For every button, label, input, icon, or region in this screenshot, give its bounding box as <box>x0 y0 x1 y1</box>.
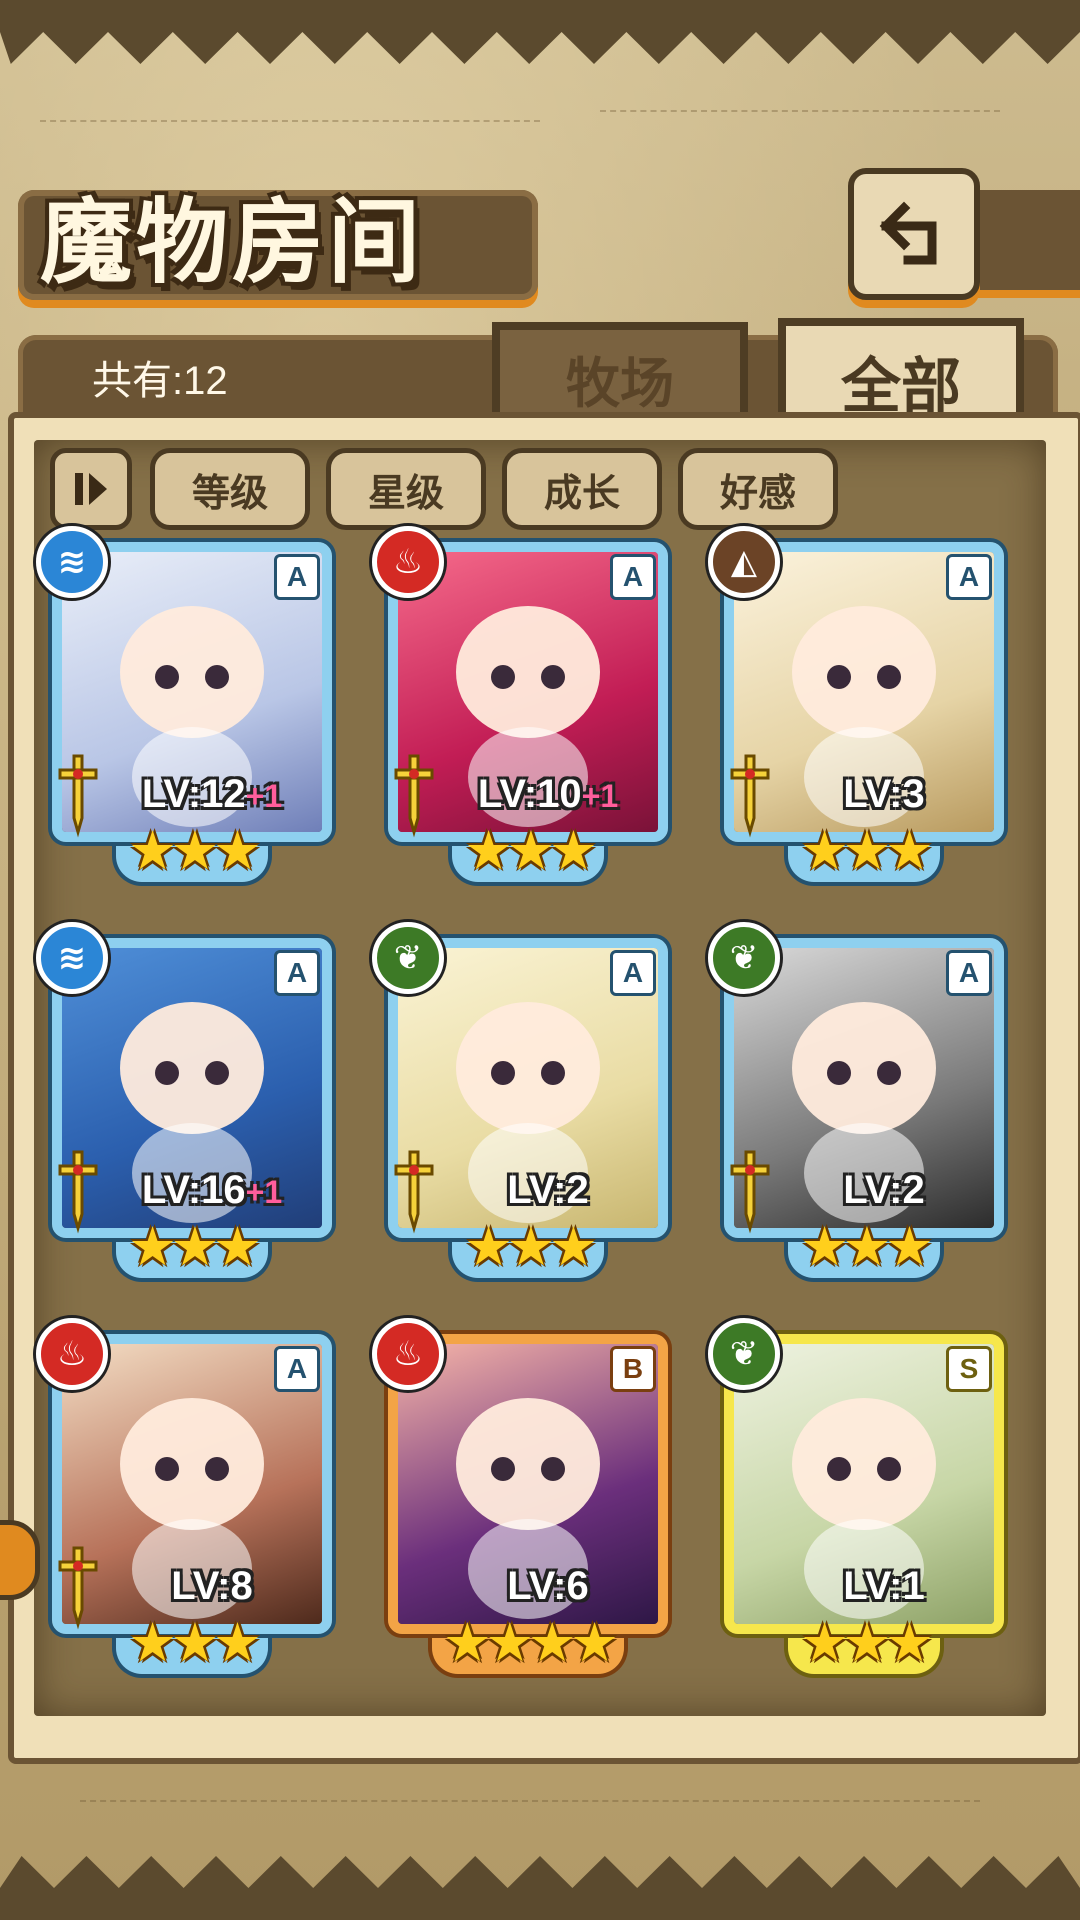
sort-star-button[interactable]: 星级 <box>326 448 486 530</box>
level-label: LV:10+1 <box>448 772 648 817</box>
level-value: LV:10 <box>477 772 582 816</box>
star-rating: ★★★ <box>464 819 597 882</box>
level-bonus: +1 <box>245 778 283 814</box>
page-title: 魔物房间 <box>40 188 425 296</box>
top-zigzag-border <box>0 0 1080 64</box>
wood-element-icon: ❦ <box>708 1318 780 1390</box>
rank-badge: A <box>274 554 320 600</box>
sort-order-toggle[interactable] <box>50 448 132 530</box>
monster-card[interactable]: ❦ A LV:2 ★★★ <box>372 922 668 1282</box>
map-line <box>80 1800 980 1802</box>
rank-badge: S <box>946 1346 992 1392</box>
star-rating: ★★★ <box>800 1215 933 1278</box>
fire-element-icon: ♨ <box>36 1318 108 1390</box>
monster-card[interactable]: ❦ S LV:1 ★★★ <box>708 1318 1004 1678</box>
back-button[interactable] <box>848 168 980 300</box>
wood-element-icon: ❦ <box>372 922 444 994</box>
level-label: LV:12+1 <box>112 772 312 817</box>
level-label: LV:2 <box>784 1168 984 1213</box>
fire-element-icon: ♨ <box>372 526 444 598</box>
rank-badge: A <box>946 950 992 996</box>
rank-badge: A <box>274 1346 320 1392</box>
earth-element-icon: ◭ <box>708 526 780 598</box>
level-bonus: +1 <box>581 778 619 814</box>
rank-badge: A <box>610 950 656 996</box>
map-line <box>600 110 1000 112</box>
monster-card[interactable]: ≋ A LV:12+1 ★★★ <box>36 526 332 886</box>
level-value: LV:6 <box>507 1564 589 1608</box>
level-value: LV:16 <box>141 1168 246 1212</box>
monster-card[interactable]: ≋ A LV:16+1 ★★★ <box>36 922 332 1282</box>
monster-card[interactable]: ❦ A LV:2 ★★★ <box>708 922 1004 1282</box>
star-rating: ★★★ <box>128 1611 261 1674</box>
star-rating: ★★★★ <box>443 1611 619 1674</box>
level-value: LV:2 <box>507 1168 589 1212</box>
sort-growth-button[interactable]: 成长 <box>502 448 662 530</box>
fire-element-icon: ♨ <box>372 1318 444 1390</box>
side-expand-arrow[interactable] <box>0 1520 40 1600</box>
level-value: LV:8 <box>171 1564 253 1608</box>
monster-count: 共有:12 <box>92 359 228 403</box>
level-label: LV:6 <box>448 1564 648 1609</box>
level-label: LV:1 <box>784 1564 984 1609</box>
level-value: LV:3 <box>843 772 925 816</box>
return-arrow-icon <box>879 201 937 265</box>
star-rating: ★★★ <box>800 819 933 882</box>
level-label: LV:3 <box>784 772 984 817</box>
rank-badge: A <box>946 554 992 600</box>
star-rating: ★★★ <box>128 819 261 882</box>
sort-order-icon <box>75 473 107 505</box>
sort-level-button[interactable]: 等级 <box>150 448 310 530</box>
rank-badge: B <box>610 1346 656 1392</box>
rank-badge: A <box>274 950 320 996</box>
level-label: LV:2 <box>448 1168 648 1213</box>
monster-card[interactable]: ◭ A LV:3 ★★★ <box>708 526 1004 886</box>
wood-element-icon: ❦ <box>708 922 780 994</box>
sort-affection-button[interactable]: 好感 <box>678 448 838 530</box>
monster-card[interactable]: ♨ B LV:6 ★★★★ <box>372 1318 668 1678</box>
monster-card[interactable]: ♨ A LV:8 ★★★ <box>36 1318 332 1678</box>
level-bonus: +1 <box>245 1174 283 1210</box>
level-value: LV:12 <box>141 772 246 816</box>
level-value: LV:2 <box>843 1168 925 1212</box>
star-rating: ★★★ <box>464 1215 597 1278</box>
level-value: LV:1 <box>843 1564 925 1608</box>
level-label: LV:8 <box>112 1564 312 1609</box>
star-rating: ★★★ <box>128 1215 261 1278</box>
water-element-icon: ≋ <box>36 526 108 598</box>
rank-badge: A <box>610 554 656 600</box>
level-label: LV:16+1 <box>112 1168 312 1213</box>
monster-card[interactable]: ♨ A LV:10+1 ★★★ <box>372 526 668 886</box>
star-rating: ★★★ <box>800 1611 933 1674</box>
map-line <box>40 120 540 122</box>
water-element-icon: ≋ <box>36 922 108 994</box>
bottom-zigzag-border <box>0 1856 1080 1920</box>
